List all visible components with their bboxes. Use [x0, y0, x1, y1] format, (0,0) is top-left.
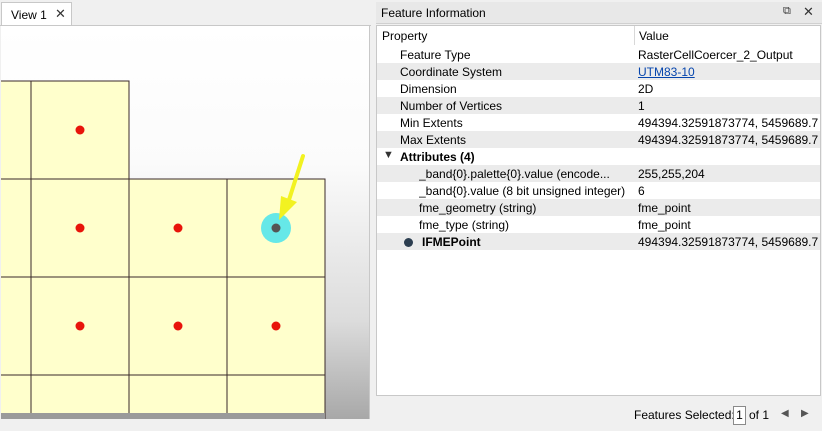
float-window-icon[interactable]: ⧉ — [783, 5, 791, 18]
value-cell: 2D — [638, 82, 654, 96]
attributes-group-label: Attributes (4) — [400, 150, 475, 164]
value-cell: fme_point — [638, 218, 691, 232]
previous-feature-icon[interactable]: ◀ — [781, 408, 789, 419]
raster-cells — [1, 80, 326, 419]
point-feature — [75, 321, 85, 331]
view-bottom-strip — [0, 419, 371, 431]
table-row[interactable]: fme_type (string) fme_point — [377, 216, 820, 233]
geometry-label: IFMEPoint — [422, 235, 481, 249]
value-cell: 494394.32591873774, 5459689.71 — [638, 116, 818, 130]
page-count: of 1 — [749, 408, 770, 422]
property-cell: Max Extents — [400, 133, 467, 147]
property-cell: Number of Vertices — [400, 99, 503, 113]
point-geometry-icon — [404, 238, 413, 247]
value-cell: 1 — [638, 99, 645, 113]
feature-properties-table[interactable]: Property Value Feature Type RasterCellCo… — [376, 25, 821, 396]
next-feature-icon[interactable]: ▶ — [801, 408, 809, 419]
selected-point-feature — [271, 223, 281, 233]
raster-cell — [30, 374, 130, 419]
raster-cell — [226, 374, 326, 419]
view-pane: View 1 ✕ — [0, 0, 371, 431]
view-tab-strip: View 1 ✕ — [0, 0, 371, 26]
raster-grid-graphic — [1, 80, 326, 419]
property-cell: Feature Type — [400, 48, 471, 62]
point-feature — [173, 321, 183, 331]
table-header: Property Value — [377, 26, 820, 45]
tab-label: View 1 — [11, 8, 47, 22]
point-feature — [271, 321, 281, 331]
coordinate-system-link[interactable]: UTM83-10 — [638, 65, 818, 79]
property-cell: _band{0}.value (8 bit unsigned integer) — [419, 184, 626, 198]
page-number-field[interactable]: 1 — [733, 406, 746, 425]
table-row[interactable]: Max Extents 494394.32591873774, 5459689.… — [377, 131, 820, 148]
value-cell: 255,255,204 — [638, 167, 705, 181]
value-cell: 6 — [638, 184, 645, 198]
tab-view-1[interactable]: View 1 ✕ — [1, 2, 72, 25]
feature-information-panel: Feature Information ⧉ ✕ Property Value F… — [376, 2, 822, 431]
map-canvas[interactable] — [1, 26, 370, 419]
raster-cell — [128, 374, 228, 419]
property-cell: Min Extents — [400, 116, 463, 130]
table-row[interactable]: Min Extents 494394.32591873774, 5459689.… — [377, 114, 820, 131]
raster-cell — [1, 374, 32, 419]
table-row[interactable]: Feature Type RasterCellCoercer_2_Output — [377, 46, 820, 63]
property-cell: Coordinate System — [400, 65, 503, 79]
raster-cell — [1, 276, 32, 376]
property-cell: fme_type (string) — [419, 218, 510, 232]
table-row[interactable]: Dimension 2D — [377, 80, 820, 97]
point-feature — [75, 223, 85, 233]
table-row[interactable]: Number of Vertices 1 — [377, 97, 820, 114]
table-row[interactable]: fme_geometry (string) fme_point — [377, 199, 820, 216]
attributes-group-row[interactable]: ▼ Attributes (4) — [377, 148, 820, 165]
value-cell: 494394.32591873774, 5459689.71 — [638, 133, 818, 147]
geometry-row[interactable]: IFMEPoint 494394.32591873774, 5459689.71 — [377, 233, 820, 250]
table-row[interactable]: _band{0}.palette{0}.value (encode... 255… — [377, 165, 820, 182]
column-header-property[interactable]: Property — [382, 29, 427, 43]
table-row[interactable]: _band{0}.value (8 bit unsigned integer) … — [377, 182, 820, 199]
property-cell: _band{0}.palette{0}.value (encode... — [419, 167, 610, 181]
column-header-value[interactable]: Value — [639, 29, 669, 43]
point-feature — [173, 223, 183, 233]
value-cell: fme_point — [638, 201, 691, 215]
property-cell: Dimension — [400, 82, 457, 96]
raster-cell — [1, 80, 32, 180]
column-divider[interactable] — [634, 26, 635, 45]
point-feature — [75, 125, 85, 135]
raster-cell — [1, 178, 32, 278]
property-cell: fme_geometry (string) — [419, 201, 537, 215]
status-bar: Features Selected: 1 of 1 ◀ ▶ — [376, 403, 822, 429]
panel-title: Feature Information — [381, 6, 486, 20]
close-icon[interactable]: ✕ — [55, 6, 66, 22]
close-icon[interactable]: ✕ — [803, 4, 814, 20]
chevron-down-icon[interactable]: ▼ — [383, 149, 394, 161]
features-selected-label: Features Selected: — [634, 408, 735, 422]
panel-title-bar: Feature Information ⧉ ✕ — [376, 2, 822, 24]
value-cell: 494394.32591873774, 5459689.71 — [638, 235, 818, 249]
value-cell: RasterCellCoercer_2_Output — [638, 48, 793, 62]
table-row[interactable]: Coordinate System UTM83-10 — [377, 63, 820, 80]
